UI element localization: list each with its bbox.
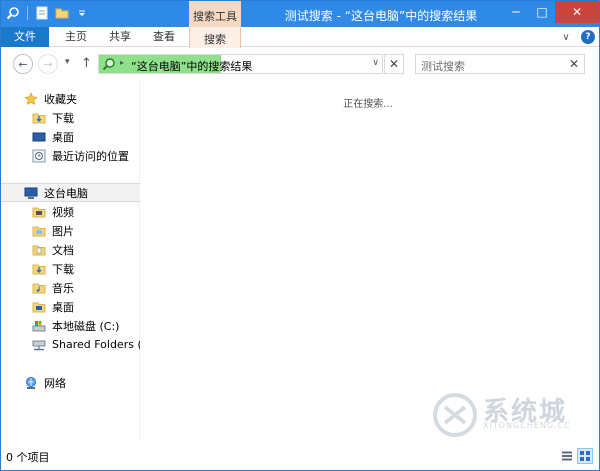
downloads-folder-icon — [31, 261, 47, 277]
up-button[interactable]: ↑ — [81, 56, 92, 71]
music-folder-icon — [31, 280, 47, 296]
tab-search-label: 搜索 — [204, 33, 226, 46]
desktop-icon — [31, 129, 47, 145]
nav-pc-local-disk-label: 本地磁盘 (C:) — [52, 319, 120, 333]
recent-places-icon — [31, 148, 47, 164]
documents-folder-icon — [31, 242, 47, 258]
nav-pc-shared-folders-label: Shared Folders (\\ — [52, 338, 140, 351]
nav-pc-desktop-label: 桌面 — [52, 300, 74, 314]
expand-ribbon-icon[interactable]: ∨ — [559, 30, 573, 44]
file-list-area[interactable]: 正在搜索... — [141, 81, 599, 441]
window-title: 测试搜索 - “这台电脑”中的搜索结果 — [284, 9, 478, 23]
window-controls: ─ □ ✕ — [503, 1, 599, 23]
properties-icon[interactable] — [34, 5, 50, 21]
nav-favorites-recent[interactable]: 最近访问的位置 — [1, 146, 140, 165]
nav-pc-documents[interactable]: 文档 — [1, 240, 140, 259]
nav-favorites-recent-label: 最近访问的位置 — [52, 149, 129, 163]
nav-network[interactable]: 网络 — [1, 373, 140, 392]
desktop-folder-icon — [31, 299, 47, 315]
explorer-window: 搜索工具 测试搜索 - “这台电脑”中的搜索结果 ─ □ ✕ 文件 主页 共享 … — [0, 0, 600, 471]
nav-pc-pictures[interactable]: 图片 — [1, 221, 140, 240]
nav-pc-pictures-label: 图片 — [52, 224, 74, 238]
large-icons-view-icon[interactable] — [577, 448, 593, 464]
clear-search-icon[interactable]: ✕ — [569, 57, 579, 71]
nav-favorites[interactable]: 收藏夹 — [1, 89, 140, 108]
tab-search[interactable]: 搜索 — [189, 27, 241, 48]
tab-home[interactable]: 主页 — [56, 27, 96, 47]
address-bar[interactable]: ▸ “这台电脑”中的搜索结果 ∨ — [98, 54, 383, 74]
nav-pc-local-disk[interactable]: 本地磁盘 (C:) — [1, 316, 140, 335]
details-view-icon[interactable] — [559, 448, 575, 464]
nav-favorites-desktop[interactable]: 桌面 — [1, 127, 140, 146]
nav-network-label: 网络 — [44, 376, 66, 390]
item-count: 0 个项目 — [6, 451, 50, 464]
network-icon — [23, 375, 39, 391]
nav-pc-videos-label: 视频 — [52, 205, 74, 219]
help-icon[interactable]: ? — [581, 30, 595, 44]
search-location-icon — [101, 56, 117, 72]
customize-qat-icon[interactable] — [74, 5, 90, 21]
title-bar: 搜索工具 测试搜索 - “这台电脑”中的搜索结果 ─ □ ✕ — [1, 1, 599, 27]
minimize-button[interactable]: ─ — [503, 1, 529, 23]
nav-favorites-downloads[interactable]: 下载 — [1, 108, 140, 127]
downloads-folder-icon — [31, 110, 47, 126]
watermark-url: XITONGCHENG.CC — [483, 421, 571, 430]
close-button[interactable]: ✕ — [555, 1, 599, 23]
nav-this-pc-label: 这台电脑 — [44, 186, 88, 200]
new-folder-icon[interactable] — [54, 5, 70, 21]
computer-icon — [23, 185, 39, 201]
search-tools-context-header: 搜索工具 — [189, 1, 241, 27]
search-query-text: 测试搜索 — [421, 60, 465, 73]
view-switcher — [559, 448, 593, 464]
tab-file[interactable]: 文件 — [1, 27, 49, 47]
nav-pc-desktop[interactable]: 桌面 — [1, 297, 140, 316]
address-dropdown-icon[interactable]: ∨ — [372, 58, 379, 68]
recent-locations-button[interactable]: ▾ — [65, 57, 70, 67]
searching-status: 正在搜索... — [343, 99, 393, 110]
quick-access-toolbar — [5, 5, 90, 21]
nav-favorites-label: 收藏夹 — [44, 92, 77, 106]
tab-share[interactable]: 共享 — [100, 27, 140, 47]
videos-folder-icon — [31, 204, 47, 220]
nav-pc-downloads[interactable]: 下载 — [1, 259, 140, 278]
context-tab-group-label: 搜索工具 — [193, 10, 237, 23]
nav-pc-music-label: 音乐 — [52, 281, 74, 295]
back-button[interactable]: ← — [13, 54, 33, 74]
status-bar: 0 个项目 — [1, 442, 599, 470]
nav-pc-shared-folders[interactable]: Shared Folders (\\ — [1, 335, 140, 354]
site-watermark: 系统城 XITONGCHENG.CC — [431, 389, 581, 441]
maximize-button[interactable]: □ — [529, 1, 555, 23]
star-icon — [23, 91, 39, 107]
pictures-folder-icon — [31, 223, 47, 239]
search-input[interactable]: 测试搜索 ✕ — [415, 54, 585, 74]
nav-pc-downloads-label: 下载 — [52, 262, 74, 276]
network-drive-icon — [31, 337, 47, 353]
nav-this-pc[interactable]: 这台电脑 — [1, 183, 140, 202]
navigation-bar: ← → ▾ ↑ ▸ “这台电脑”中的搜索结果 ∨ ✕ 测试搜索 ✕ — [1, 48, 599, 80]
ribbon-right-controls: ∨ ? — [559, 30, 595, 44]
qat-separator — [27, 6, 28, 20]
nav-pc-videos[interactable]: 视频 — [1, 202, 140, 221]
search-window-icon — [5, 5, 21, 21]
nav-favorites-desktop-label: 桌面 — [52, 130, 74, 144]
ribbon-tabs: 文件 主页 共享 查看 搜索 ∨ ? — [1, 27, 599, 48]
nav-pc-documents-label: 文档 — [52, 243, 74, 257]
navigation-pane: 收藏夹 下载 桌面 最近访问的位置 这台电脑 视频 图片 文档 下载 音乐 桌面… — [1, 81, 140, 441]
address-text: “这台电脑”中的搜索结果 — [131, 60, 253, 73]
local-disk-icon — [31, 318, 47, 334]
forward-button[interactable]: → — [38, 54, 58, 74]
nav-favorites-downloads-label: 下载 — [52, 111, 74, 125]
tab-view[interactable]: 查看 — [144, 27, 184, 47]
watermark-logo-icon — [433, 393, 477, 437]
stop-search-button[interactable]: ✕ — [384, 54, 404, 74]
address-chevron-icon[interactable]: ▸ — [120, 58, 124, 67]
nav-pc-music[interactable]: 音乐 — [1, 278, 140, 297]
